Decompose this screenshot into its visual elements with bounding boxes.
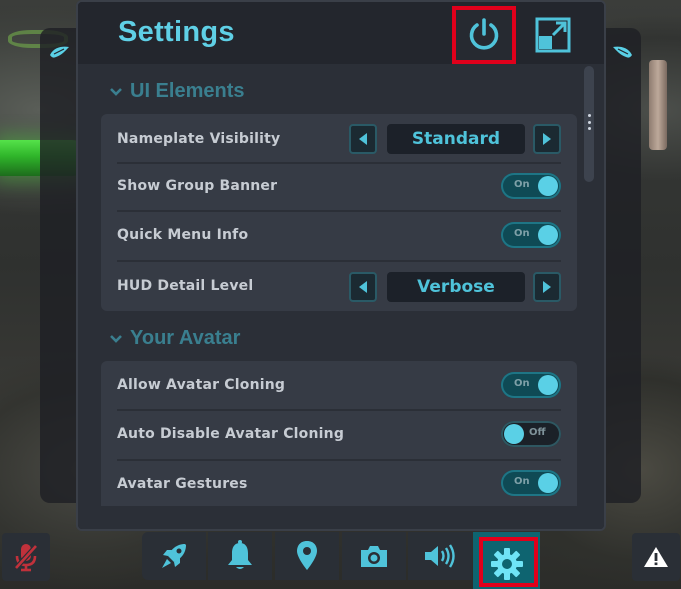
toggle-state: On xyxy=(514,228,530,239)
selector-value: Verbose xyxy=(387,272,525,302)
camera-icon xyxy=(361,546,387,567)
hud-detail-level-selector: Verbose xyxy=(349,272,563,302)
chevron-down-icon xyxy=(110,87,122,96)
toggle-state: On xyxy=(514,476,530,487)
setting-row-hud-detail-level: HUD Detail Level Verbose xyxy=(101,264,577,308)
allow-avatar-cloning-toggle[interactable]: On xyxy=(501,372,561,398)
toggle-state: On xyxy=(514,179,530,190)
row-divider xyxy=(117,260,561,262)
launchpad-button[interactable] xyxy=(142,532,206,580)
settings-scroll-area[interactable]: UI Elements Nameplate Visibility Standar… xyxy=(78,64,604,529)
setting-row-quick-menu-info: Quick Menu Info On xyxy=(101,214,577,256)
setting-row-show-group-banner: Show Group Banner On xyxy=(101,166,577,206)
toggle-knob xyxy=(538,375,558,395)
setting-row-avatar-gestures: Avatar Gestures On xyxy=(101,463,577,505)
row-divider xyxy=(117,210,561,212)
settings-header: Settings xyxy=(78,2,604,64)
caret-right-icon xyxy=(543,133,551,145)
row-divider xyxy=(117,409,561,411)
row-divider xyxy=(117,459,561,461)
caret-right-icon xyxy=(543,281,551,293)
setting-label: HUD Detail Level xyxy=(117,278,254,294)
power-icon xyxy=(469,18,499,50)
setting-label: Auto Disable Avatar Cloning xyxy=(117,426,345,442)
warning-icon xyxy=(644,547,668,567)
show-group-banner-toggle[interactable]: On xyxy=(501,173,561,199)
avatar-gestures-toggle[interactable]: On xyxy=(501,470,561,496)
main-toolbar xyxy=(142,532,540,589)
section-title: Your Avatar xyxy=(130,327,241,349)
next-option-button[interactable] xyxy=(533,124,561,154)
rocket-icon xyxy=(162,544,186,568)
setting-row-allow-avatar-cloning: Allow Avatar Cloning On xyxy=(101,365,577,405)
setting-row-auto-disable-avatar-cloning: Auto Disable Avatar Cloning Off xyxy=(101,413,577,455)
toggle-knob xyxy=(504,424,524,444)
location-button[interactable] xyxy=(275,532,339,580)
settings-tab-highlight xyxy=(479,537,538,587)
selector-value: Standard xyxy=(387,124,525,154)
expand-icon xyxy=(535,17,571,53)
right-wing-icon[interactable] xyxy=(612,45,634,61)
page-title: Settings xyxy=(118,16,235,48)
toggle-knob xyxy=(538,473,558,493)
section-header-your-avatar[interactable]: Your Avatar xyxy=(110,327,240,350)
setting-label: Show Group Banner xyxy=(117,178,278,194)
chevron-down-icon xyxy=(110,334,122,343)
row-divider xyxy=(117,162,561,164)
left-wing-icon[interactable] xyxy=(48,45,70,61)
caret-left-icon xyxy=(359,281,367,293)
setting-row-nameplate-visibility: Nameplate Visibility Standard xyxy=(101,120,577,158)
auto-disable-avatar-cloning-toggle[interactable]: Off xyxy=(501,421,561,447)
expand-button[interactable] xyxy=(524,8,582,62)
mic-mute-button[interactable] xyxy=(2,533,50,581)
settings-window: Settings UI Elements Nameplate Visibilit… xyxy=(76,0,606,531)
toggle-knob xyxy=(538,176,558,196)
section-card-your-avatar: Allow Avatar Cloning On Auto Disable Ava… xyxy=(101,361,577,506)
toggle-state: Off xyxy=(529,427,546,438)
next-option-button[interactable] xyxy=(533,272,561,302)
camera-button[interactable] xyxy=(342,532,406,580)
section-title: UI Elements xyxy=(130,80,245,102)
quick-menu-info-toggle[interactable]: On xyxy=(501,222,561,248)
location-pin-icon xyxy=(297,541,317,570)
toggle-knob xyxy=(538,225,558,245)
audio-button[interactable] xyxy=(408,532,472,580)
section-card-ui-elements: Nameplate Visibility Standard Show Group… xyxy=(101,114,577,311)
scrollbar-grip-icon xyxy=(588,114,591,130)
setting-label: Avatar Gestures xyxy=(117,476,248,492)
previous-option-button[interactable] xyxy=(349,272,377,302)
mic-muted-icon xyxy=(14,544,38,572)
nameplate-visibility-selector: Standard xyxy=(349,124,563,154)
power-button[interactable] xyxy=(452,6,516,64)
notifications-button[interactable] xyxy=(208,532,272,580)
world-pillar xyxy=(649,60,667,150)
setting-label: Allow Avatar Cloning xyxy=(117,377,286,393)
caret-left-icon xyxy=(359,133,367,145)
speaker-icon xyxy=(425,544,455,568)
safety-alert-button[interactable] xyxy=(632,533,680,581)
toggle-state: On xyxy=(514,378,530,389)
bell-icon xyxy=(228,540,252,569)
section-header-ui-elements[interactable]: UI Elements xyxy=(110,80,244,103)
setting-label: Quick Menu Info xyxy=(117,227,249,243)
previous-option-button[interactable] xyxy=(349,124,377,154)
setting-label: Nameplate Visibility xyxy=(117,131,281,147)
